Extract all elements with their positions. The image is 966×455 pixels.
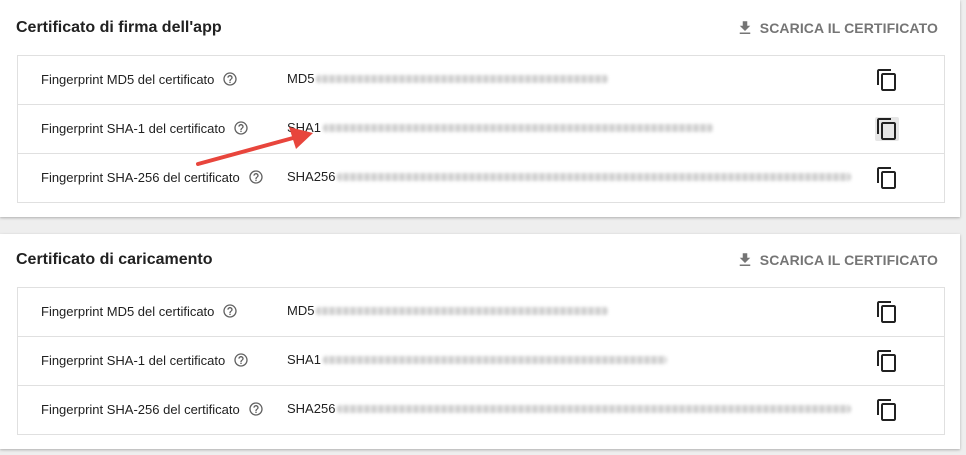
copy-button[interactable]	[875, 68, 899, 92]
copy-button[interactable]	[875, 166, 899, 190]
fingerprint-prefix: SHA256	[287, 401, 336, 416]
redacted-fingerprint	[322, 123, 713, 132]
fingerprint-row-md5: Fingerprint MD5 del certificato MD5	[18, 56, 944, 105]
copy-button[interactable]	[875, 300, 899, 324]
copy-icon	[877, 399, 896, 421]
upload-fingerprints-table: Fingerprint MD5 del certificato MD5 Fing…	[17, 287, 945, 435]
upload-certificate-title: Certificato di caricamento	[16, 251, 213, 268]
fingerprint-row-sha256: Fingerprint SHA-256 del certificato SHA2…	[18, 386, 944, 434]
fingerprint-prefix: SHA256	[287, 169, 336, 184]
fingerprint-value: SHA256	[287, 169, 852, 184]
download-icon	[739, 253, 750, 266]
app-signing-fingerprints-table: Fingerprint MD5 del certificato MD5 Fing…	[17, 55, 945, 203]
fingerprint-row-sha1: Fingerprint SHA-1 del certificato SHA1	[18, 337, 944, 386]
help-circle-icon[interactable]	[222, 303, 238, 319]
redacted-fingerprint	[316, 74, 609, 83]
redacted-fingerprint	[337, 404, 852, 413]
fingerprint-value: SHA1	[287, 352, 667, 367]
fingerprint-label: Fingerprint MD5 del certificato	[41, 303, 215, 319]
fingerprint-row-sha1: Fingerprint SHA-1 del certificato SHA1	[18, 105, 944, 154]
redacted-fingerprint	[337, 172, 852, 181]
redacted-fingerprint	[322, 355, 667, 364]
help-circle-icon[interactable]	[248, 169, 264, 185]
fingerprint-value: MD5	[287, 71, 609, 86]
fingerprint-prefix: SHA1	[287, 120, 321, 135]
download-app-signing-certificate-button[interactable]: SCARICA IL CERTIFICATO	[736, 19, 938, 37]
fingerprint-label: Fingerprint SHA-1 del certificato	[41, 352, 226, 368]
copy-icon	[877, 301, 896, 323]
copy-icon	[877, 167, 896, 189]
copy-button[interactable]	[875, 398, 899, 422]
app-signing-title: Certificato di firma dell'app	[16, 19, 222, 36]
app-signing-card: Certificato di firma dell'app SCARICA IL…	[0, 0, 960, 217]
copy-button[interactable]	[875, 349, 899, 373]
fingerprint-value: SHA1	[287, 120, 713, 135]
help-circle-icon[interactable]	[248, 401, 264, 417]
help-circle-icon[interactable]	[222, 71, 238, 87]
download-upload-certificate-button[interactable]: SCARICA IL CERTIFICATO	[736, 251, 938, 269]
help-circle-icon[interactable]	[233, 352, 249, 368]
help-circle-icon[interactable]	[233, 120, 249, 136]
fingerprint-row-md5: Fingerprint MD5 del certificato MD5	[18, 288, 944, 337]
copy-button[interactable]	[875, 117, 899, 141]
copy-icon	[877, 118, 896, 140]
copy-icon	[877, 69, 896, 91]
fingerprint-value: MD5	[287, 303, 609, 318]
download-icon	[739, 21, 750, 34]
fingerprint-row-sha256: Fingerprint SHA-256 del certificato SHA2…	[18, 154, 944, 202]
fingerprint-prefix: MD5	[287, 303, 315, 318]
fingerprint-prefix: MD5	[287, 71, 315, 86]
redacted-fingerprint	[316, 306, 609, 315]
fingerprint-label: Fingerprint SHA-1 del certificato	[41, 120, 226, 136]
download-label: SCARICA IL CERTIFICATO	[759, 20, 938, 36]
upload-certificate-card: Certificato di caricamento SCARICA IL CE…	[0, 234, 960, 449]
download-label: SCARICA IL CERTIFICATO	[759, 252, 938, 268]
copy-icon	[877, 350, 896, 372]
fingerprint-label: Fingerprint SHA-256 del certificato	[41, 169, 240, 185]
fingerprint-label: Fingerprint MD5 del certificato	[41, 71, 215, 87]
fingerprint-prefix: SHA1	[287, 352, 321, 367]
fingerprint-value: SHA256	[287, 401, 852, 416]
fingerprint-label: Fingerprint SHA-256 del certificato	[41, 401, 240, 417]
